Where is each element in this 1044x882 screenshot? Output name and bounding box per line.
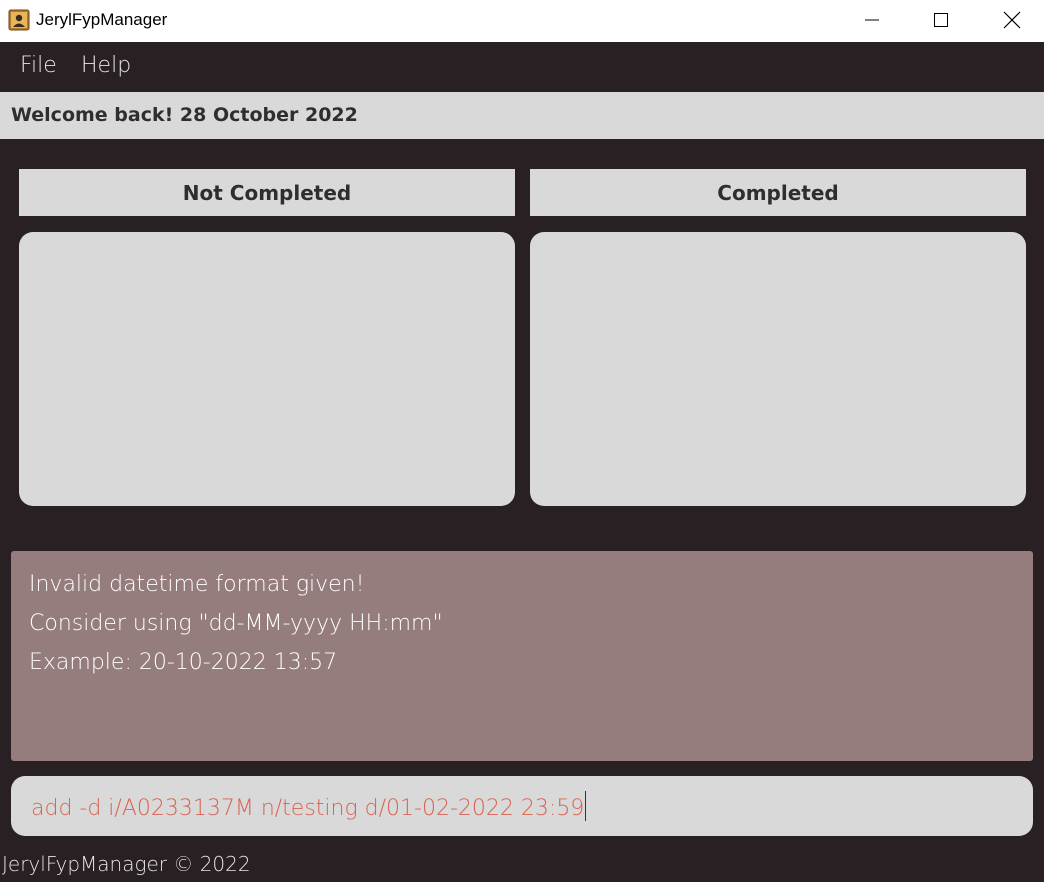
result-display: Invalid datetime format given! Consider … [11, 551, 1033, 761]
close-icon [1003, 11, 1021, 29]
window-titlebar: JerylFypManager [0, 0, 1044, 42]
completed-header: Completed [530, 169, 1026, 216]
result-line: Example: 20-10-2022 13:57 [29, 650, 338, 675]
menu-file[interactable]: File [20, 53, 57, 78]
not-completed-list[interactable] [19, 232, 515, 506]
minimize-button[interactable] [849, 0, 895, 40]
command-box[interactable]: add -d i/A0233137M n/testing d/01-02-202… [11, 776, 1033, 836]
not-completed-header: Not Completed [19, 169, 515, 216]
welcome-bar: Welcome back! 28 October 2022 [0, 92, 1044, 139]
completed-list[interactable] [530, 232, 1026, 506]
welcome-text: Welcome back! 28 October 2022 [11, 104, 358, 126]
minimize-icon [865, 19, 879, 21]
window-title: JerylFypManager [36, 10, 168, 29]
command-text: add -d i/A0233137M n/testing d/01-02-202… [31, 796, 585, 821]
result-line: Invalid datetime format given! [29, 572, 365, 597]
text-caret [585, 791, 587, 821]
maximize-icon [934, 13, 948, 27]
command-input[interactable]: add -d i/A0233137M n/testing d/01-02-202… [31, 791, 587, 821]
maximize-button[interactable] [918, 0, 964, 40]
result-line: Consider using "dd-MM-yyyy HH:mm" [29, 611, 443, 636]
menu-bar: File Help [0, 42, 1044, 92]
app-contact-icon [8, 9, 30, 31]
status-bar-footer: JerylFypManager © 2022 [2, 852, 251, 876]
menu-help[interactable]: Help [81, 53, 131, 78]
close-button[interactable] [989, 0, 1035, 40]
